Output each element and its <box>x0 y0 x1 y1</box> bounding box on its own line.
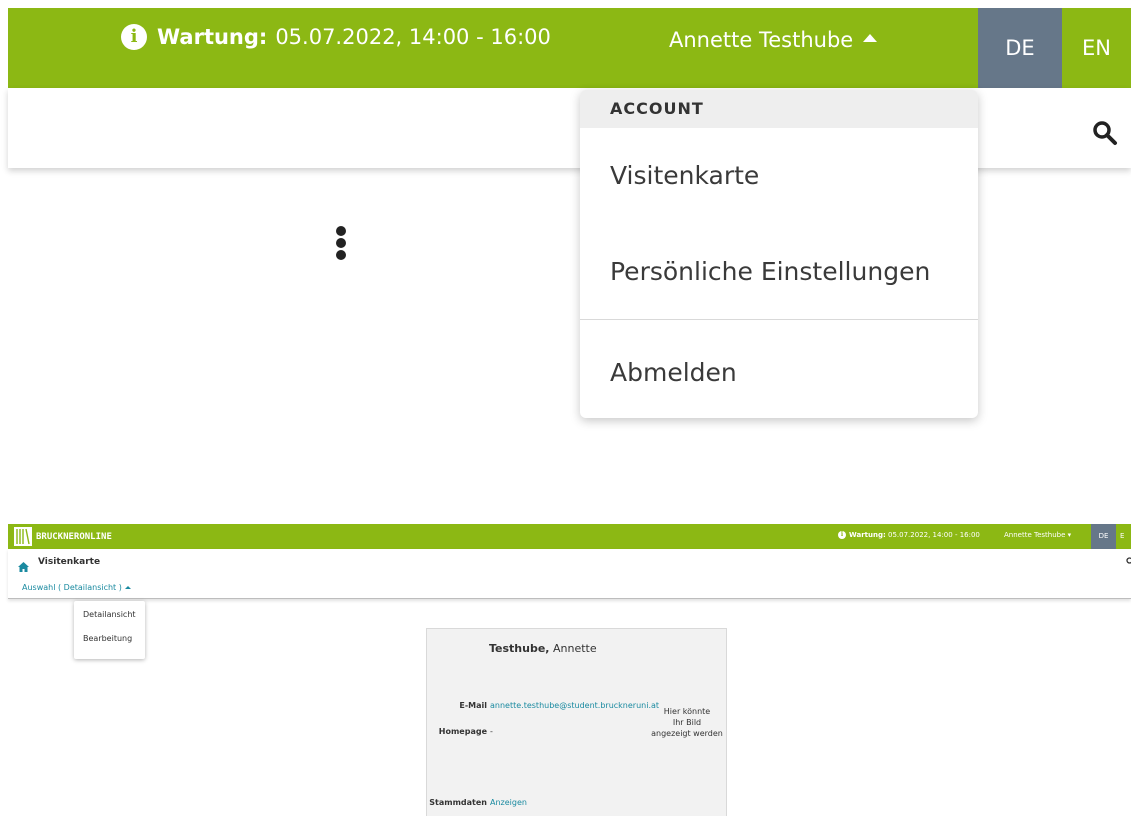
photo-text-line: Ihr Bild <box>672 718 702 727</box>
view-option-detailansicht[interactable]: Detailansicht <box>74 601 145 625</box>
homepage-value: - <box>490 727 493 736</box>
stammdaten-link[interactable]: Anzeigen <box>490 798 527 807</box>
mini-search-icon[interactable] <box>1126 557 1131 569</box>
homepage-label: Homepage <box>438 727 487 736</box>
info-icon: i <box>838 531 846 539</box>
stammdaten-label: Stammdaten <box>429 798 487 807</box>
search-icon[interactable] <box>1092 120 1118 150</box>
view-select-toggle[interactable]: Auswahl ( Detailansicht ) <box>22 583 131 592</box>
email-label: E-Mail <box>459 701 487 710</box>
user-name: Annette Testhube <box>669 28 854 52</box>
mini-maintenance-text: 05.07.2022, 14:00 - 16:00 <box>888 531 980 539</box>
home-icon[interactable] <box>18 557 29 576</box>
card-last-name: Testhube, <box>489 642 550 655</box>
logo[interactable]: BRUCKNERONLINE <box>14 527 112 546</box>
photo-text-line: angezeigt werden <box>651 729 723 738</box>
mini-language-de-button[interactable]: DE <box>1091 524 1116 549</box>
account-dropdown-menu: ACCOUNT Visitenkarte Persönliche Einstel… <box>580 90 978 418</box>
business-card: Testhube, Annette E-Mail annette.testhub… <box>426 628 727 816</box>
logo-text: BRUCKNERONLINE <box>36 531 112 542</box>
mini-maintenance-notice: i Wartung: 05.07.2022, 14:00 - 16:00 <box>838 531 980 539</box>
caret-up-icon <box>124 586 131 589</box>
language-en-button[interactable]: EN <box>1062 8 1131 88</box>
logo-mark-icon <box>14 527 32 546</box>
info-icon: i <box>121 24 147 50</box>
caret-up-icon <box>863 34 878 42</box>
maintenance-notice: i Wartung: 05.07.2022, 14:00 - 16:00 <box>121 24 551 50</box>
kebab-menu-icon[interactable] <box>335 226 347 260</box>
mini-top-bar: BRUCKNERONLINE i Wartung: 05.07.2022, 14… <box>8 524 1131 549</box>
page-title: Visitenkarte <box>38 557 101 567</box>
mini-maintenance-label: Wartung: <box>849 531 886 539</box>
photo-text-line: Hier könnte <box>663 707 711 716</box>
caret-down-icon: ▾ <box>1067 531 1072 539</box>
mini-nav-bar: Visitenkarte Auswahl ( Detailansicht ) <box>8 549 1131 599</box>
maintenance-label: Wartung: <box>157 25 268 49</box>
card-name: Testhube, Annette <box>489 642 597 655</box>
menu-item-persoenliche-einstellungen[interactable]: Persönliche Einstellungen <box>580 224 978 320</box>
mini-user-name: Annette Testhube <box>1004 531 1066 539</box>
view-option-bearbeitung[interactable]: Bearbeitung <box>74 625 145 649</box>
card-first-name: Annette <box>552 642 597 655</box>
view-select-label: Auswahl ( Detailansicht ) <box>22 583 122 592</box>
view-select-dropdown: Detailansicht Bearbeitung <box>74 601 145 659</box>
email-link[interactable]: annette.testhube@student.bruckneruni.at <box>490 701 659 710</box>
menu-item-abmelden[interactable]: Abmelden <box>580 320 978 416</box>
mini-language-en-button[interactable]: E <box>1116 524 1131 549</box>
account-menu-header: ACCOUNT <box>580 90 978 128</box>
photo-placeholder: Hier könnte Ihr Bild angezeigt werden <box>649 706 725 739</box>
language-de-button[interactable]: DE <box>978 8 1062 88</box>
menu-item-visitenkarte[interactable]: Visitenkarte <box>580 128 978 224</box>
user-menu-toggle[interactable]: Annette Testhube <box>669 28 878 52</box>
maintenance-text: 05.07.2022, 14:00 - 16:00 <box>275 25 551 49</box>
mini-user-menu-toggle[interactable]: Annette Testhube ▾ <box>1004 531 1071 539</box>
